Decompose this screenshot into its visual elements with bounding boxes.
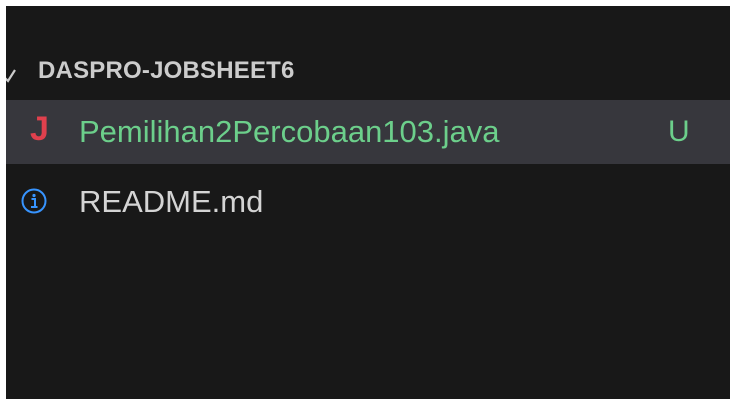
chevron-down-icon[interactable] [6,54,17,84]
explorer-panel: DASPRO-JOBSHEET6 J Pemilihan2Percobaan10… [6,6,730,399]
info-icon [21,188,47,214]
file-item-java[interactable]: J Pemilihan2Percobaan103.java U [6,100,730,164]
java-icon: J [30,110,49,148]
git-status-badge: U [668,115,690,148]
folder-name: DASPRO-JOBSHEET6 [38,57,295,84]
folder-header[interactable]: DASPRO-JOBSHEET6 [6,48,730,92]
file-item-readme[interactable]: README.md [6,170,730,234]
file-name: README.md [79,184,264,219]
file-name: Pemilihan2Percobaan103.java [79,114,500,149]
